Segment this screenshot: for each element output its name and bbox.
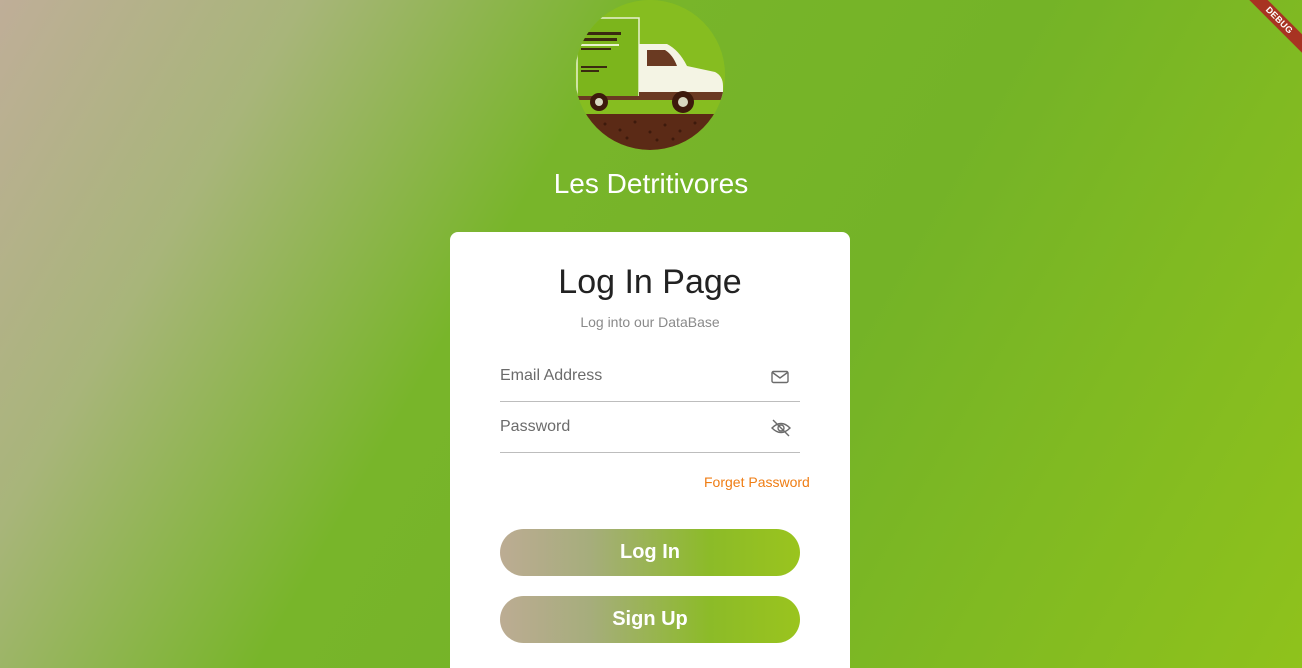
eye-slash-icon[interactable] — [770, 418, 791, 438]
debug-banner-label: DEBUG — [1242, 0, 1302, 57]
debug-banner: DEBUG — [1232, 0, 1302, 70]
app-title: Les Detritivores — [553, 168, 749, 199]
email-input[interactable] — [500, 363, 750, 389]
signup-button[interactable]: Sign Up — [500, 596, 800, 643]
page-title: Log In Page — [558, 263, 742, 301]
delivery-truck-icon — [575, 0, 725, 150]
mail-icon — [770, 367, 790, 387]
email-field — [500, 361, 800, 402]
login-button[interactable]: Log In — [500, 529, 800, 576]
page-subtitle: Log into our DataBase — [580, 314, 720, 330]
login-card: Log In Page Log into our DataBase Forget… — [450, 232, 850, 668]
app-logo — [575, 0, 725, 150]
password-input[interactable] — [500, 414, 750, 440]
forgot-password-link[interactable]: Forget Password — [704, 473, 810, 491]
password-field — [500, 412, 800, 453]
